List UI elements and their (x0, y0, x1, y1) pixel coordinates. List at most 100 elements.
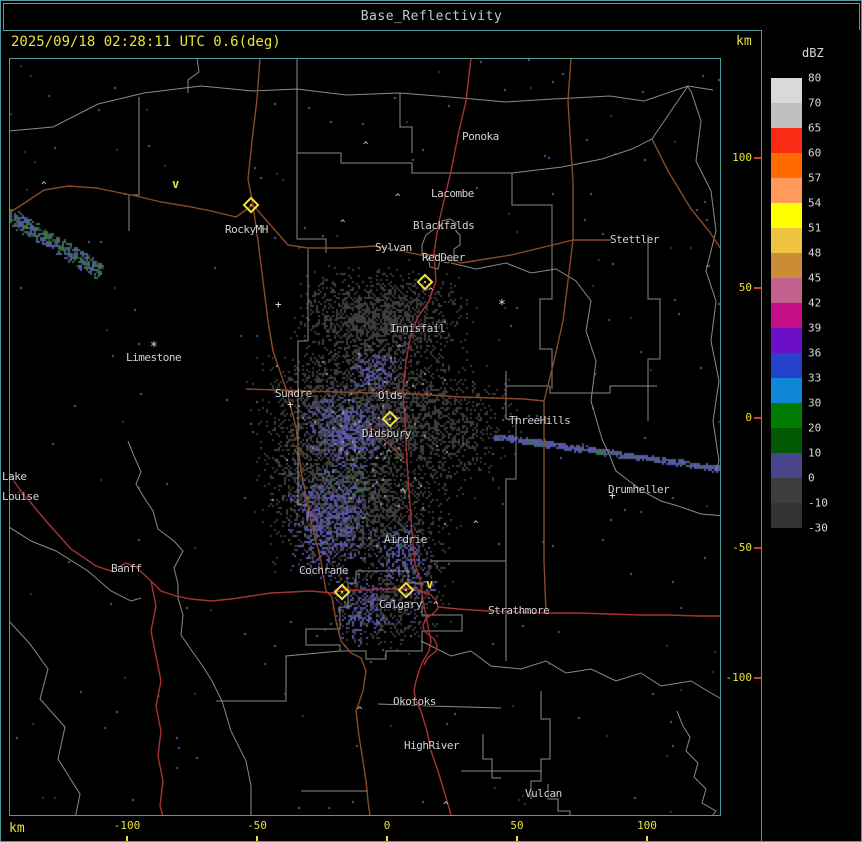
city-label: HighRiver (404, 739, 460, 752)
map-labels-layer: Ponoka Lacombe Blackfalds Sylvan RedDeer Stet… (2, 59, 720, 815)
station-center-dot (423, 280, 427, 284)
legend-dbz-label: 60 (808, 146, 822, 160)
city-label: Lacombe (431, 187, 474, 200)
legend-dbz-label: 30 (808, 396, 822, 410)
legend-swatch (771, 128, 802, 153)
caret-peak-marker: ^ (363, 141, 369, 151)
city-label: Sylvan (375, 241, 412, 254)
legend-swatch (771, 178, 802, 203)
city-label: ThreeHills (509, 414, 571, 427)
legend-swatch (771, 353, 802, 378)
station-diamond-marker[interactable] (381, 410, 399, 428)
station-center-dot (340, 590, 344, 594)
city-label: Drumheller (608, 483, 670, 496)
radar-app-window: Base_Reflectivity 2025/09/18 02:28:11 UT… (0, 0, 862, 842)
city-label: Olds (378, 389, 403, 402)
legend-swatch (771, 428, 802, 453)
caret-peak-marker: ^ (400, 488, 406, 498)
legend-dbz-label: 20 (808, 421, 822, 435)
station-center-dot (388, 417, 392, 421)
city-label: Calgary (379, 598, 422, 611)
station-diamond-marker[interactable] (333, 583, 351, 601)
right-axis-tick-label: 0 (745, 411, 752, 424)
legend-swatch (771, 503, 802, 528)
city-label: Cochrane (299, 564, 348, 577)
caret-peak-marker: ^ (386, 449, 392, 459)
window-title: Base_Reflectivity (360, 9, 503, 24)
bottom-axis-tick-label: -50 (247, 819, 267, 832)
station-center-dot (404, 588, 408, 592)
bottom-axis-tick (386, 836, 388, 841)
legend-dbz-label: 36 (808, 346, 822, 360)
right-axis-tick-label: 100 (732, 151, 752, 164)
legend-color-scale (771, 78, 802, 528)
legend-dbz-label: -30 (808, 521, 828, 535)
legend-dbz-label: 48 (808, 246, 822, 260)
city-label: Ponoka (462, 130, 499, 143)
legend-title: dBZ (802, 46, 824, 60)
legend-swatch (771, 478, 802, 503)
legend-dbz-label: 33 (808, 371, 822, 385)
city-label: Blackfalds (413, 219, 475, 232)
plus-marker: + (275, 298, 282, 311)
radar-map-viewport[interactable]: Ponoka Lacombe Blackfalds Sylvan RedDeer Stet… (2, 58, 721, 816)
legend-dbz-label: 42 (808, 296, 822, 310)
bottom-axis-tick-label: -100 (113, 819, 141, 832)
legend-swatch (771, 78, 802, 103)
right-axis-unit-label: km (736, 34, 752, 49)
v-wind-marker: v (426, 577, 434, 591)
legend-dbz-label: 65 (808, 121, 822, 135)
station-center-dot (249, 203, 253, 207)
legend-swatch (771, 378, 802, 403)
station-diamond-marker[interactable] (397, 581, 415, 599)
city-label: Didsbury (362, 427, 411, 440)
legend-swatch (771, 278, 802, 303)
bottom-distance-axis: km -100 -50 0 50 100 (1, 817, 761, 841)
legend-dbz-label: 57 (808, 171, 822, 185)
legend-dbz-label: 0 (808, 471, 815, 485)
legend-swatch (771, 103, 802, 128)
caret-peak-marker: ^ (357, 706, 363, 716)
caret-peak-marker: ^ (443, 801, 449, 811)
caret-peak-marker: ^ (340, 219, 346, 229)
v-wind-marker: v (172, 177, 180, 191)
bottom-axis-tick (646, 836, 648, 841)
plus-marker: + (609, 489, 616, 502)
legend-dbz-label: 51 (808, 221, 822, 235)
bottom-axis-unit-label: km (9, 821, 25, 836)
right-axis-tick-label: -100 (725, 671, 753, 684)
legend-dbz-label: -10 (808, 496, 828, 510)
city-label: RedDeer (422, 251, 465, 264)
legend-dbz-label: 39 (808, 321, 822, 335)
caret-peak-marker: ^ (397, 344, 403, 354)
asterisk-marker: * (498, 298, 506, 313)
legend-dbz-label: 70 (808, 96, 822, 110)
legend-swatch (771, 403, 802, 428)
city-label: Louise (2, 490, 39, 503)
city-label: Banff (111, 562, 142, 575)
bottom-axis-tick-label: 100 (637, 819, 657, 832)
caret-peak-marker: ^ (473, 520, 479, 530)
city-label: Airdrie (384, 533, 427, 546)
legend-dbz-label: 10 (808, 446, 822, 460)
legend-swatch (771, 253, 802, 278)
caret-peak-marker: ^ (41, 181, 47, 191)
city-label: Stettler (610, 233, 659, 246)
legend-dbz-label: 45 (808, 271, 822, 285)
asterisk-marker: * (150, 340, 158, 355)
city-label: Innisfail (390, 322, 446, 335)
station-diamond-marker[interactable] (242, 196, 260, 214)
legend-swatch (771, 453, 802, 478)
city-label: Vulcan (525, 787, 562, 800)
legend-swatch (771, 153, 802, 178)
legend-swatch (771, 228, 802, 253)
bottom-axis-tick (126, 836, 128, 841)
city-label: Strathmore (488, 604, 550, 617)
scan-timestamp: 2025/09/18 02:28:11 UTC 0.6(deg) (11, 34, 281, 50)
legend-swatch (771, 303, 802, 328)
bottom-axis-tick (516, 836, 518, 841)
caret-peak-marker: ^ (428, 287, 434, 297)
legend-swatch (771, 203, 802, 228)
bottom-axis-tick-label: 50 (510, 819, 524, 832)
bottom-axis-tick-label: 0 (383, 819, 391, 832)
